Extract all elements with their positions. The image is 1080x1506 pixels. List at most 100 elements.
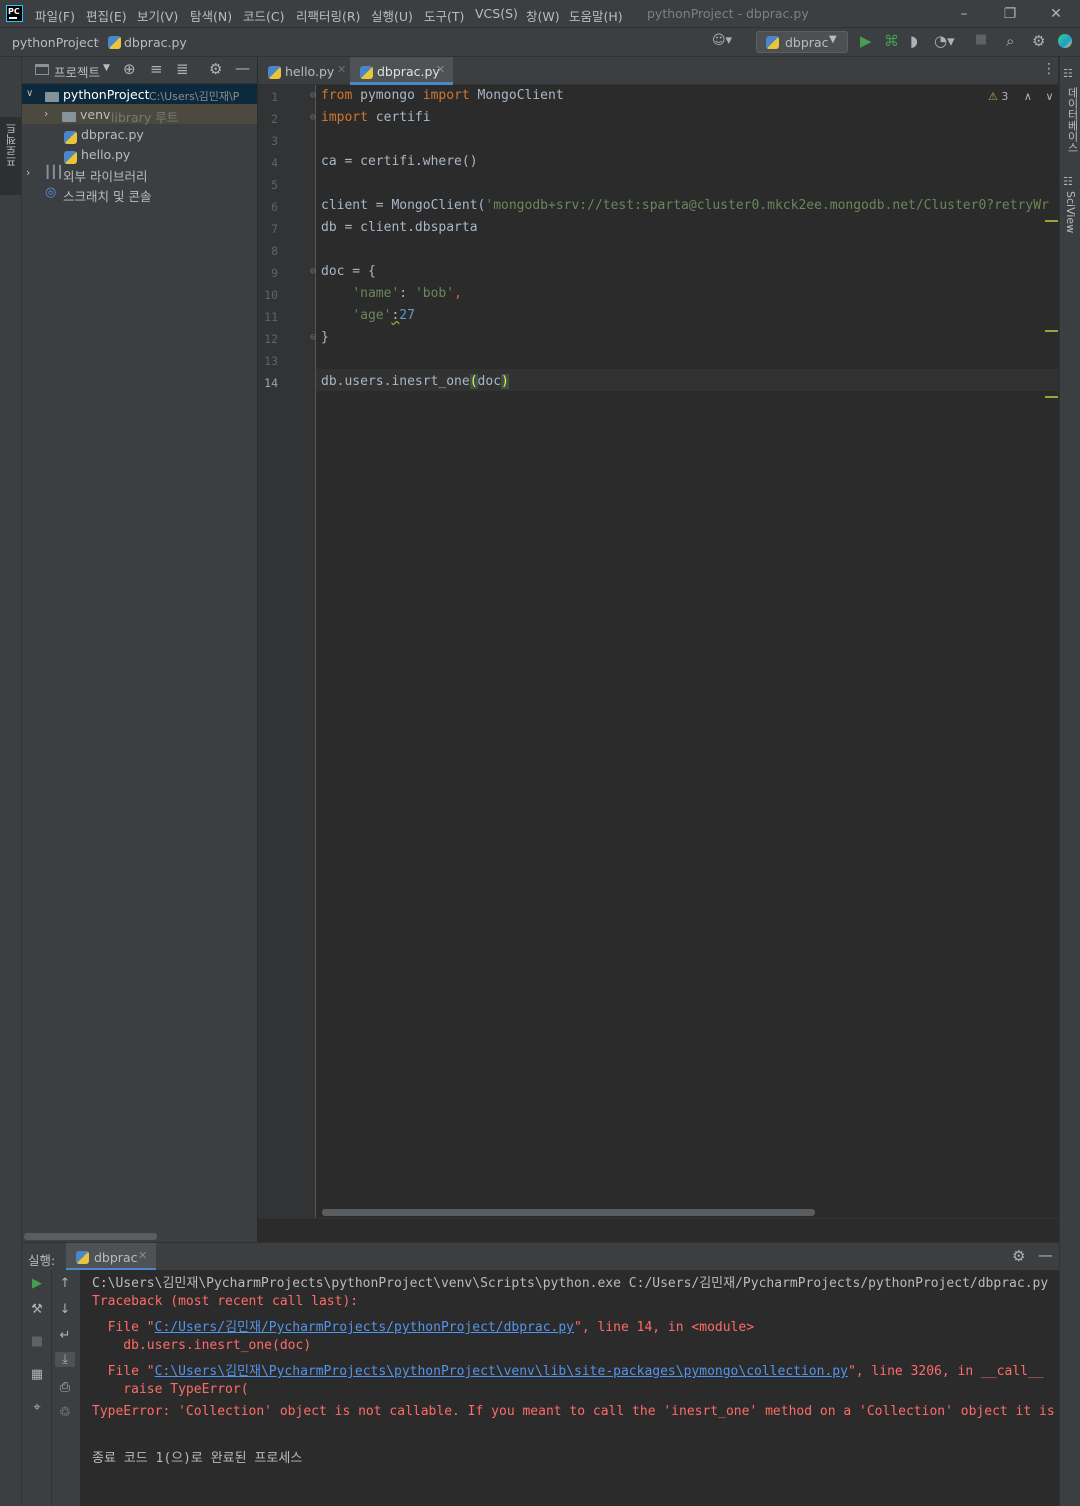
hide-panel-icon[interactable]: — — [235, 59, 250, 77]
sciview-tab-label: SciView — [1064, 191, 1077, 234]
error-stripe-marker[interactable] — [1045, 330, 1058, 332]
minimize-icon[interactable]: – — [953, 3, 975, 25]
code-editor[interactable]: from pymongo import MongoClient import c… — [316, 85, 1058, 1218]
chevron-down-icon[interactable]: ∨ — [26, 88, 33, 99]
project-view-selector[interactable]: 프로젝트 — [54, 62, 100, 81]
pin-tab-icon[interactable]: ⌖ — [27, 1400, 47, 1415]
tree-item-venv[interactable]: › venv library 루트 — [22, 104, 257, 125]
chevron-right-icon[interactable]: › — [26, 166, 30, 179]
debug-icon[interactable]: ⌘ — [884, 32, 899, 50]
horizontal-scrollbar[interactable] — [322, 1209, 815, 1216]
hide-panel-icon[interactable]: — — [1038, 1246, 1053, 1264]
keyword: import — [422, 88, 470, 103]
run-icon[interactable]: ▶ — [860, 32, 872, 50]
editor-tab-bar: hello.py ✕ dbprac.py ✕ ⋮ — [258, 57, 1058, 85]
tab-dbprac-py[interactable]: dbprac.py ✕ — [350, 57, 453, 85]
breadcrumb-project[interactable]: pythonProject — [12, 35, 99, 50]
menu-help[interactable]: 도움말(H) — [569, 6, 623, 25]
menu-refactor[interactable]: 리팩터링(R) — [296, 6, 360, 25]
print-icon[interactable]: ⎙ — [55, 1380, 75, 1395]
tree-item-path: C:\Users\김민재\P — [149, 90, 240, 103]
more-tabs-icon[interactable]: ⋮ — [1042, 61, 1056, 77]
string-literal: 'name' — [352, 286, 400, 301]
menu-window[interactable]: 창(W) — [526, 6, 560, 25]
close-window-icon[interactable]: ✕ — [1045, 3, 1067, 25]
next-highlight-icon[interactable]: ∨ — [1045, 90, 1053, 103]
trash-icon[interactable]: ♲ — [55, 1405, 75, 1420]
tree-item-pythonproject[interactable]: ∨ pythonProject C:\Users\김민재\P — [22, 84, 257, 104]
line-number: 3 — [271, 134, 278, 148]
run-console-output[interactable]: C:\Users\김민재\PycharmProjects\pythonProje… — [80, 1270, 1059, 1506]
breadcrumb-file[interactable]: dbprac.py — [124, 35, 187, 50]
run-tab-dbprac[interactable]: dbprac ✕ — [66, 1243, 156, 1271]
line-number: 5 — [271, 178, 278, 192]
line-number-gutter: 1 2 3 4 5 6 7 8 9 10 11 12 13 14 ⊖ ⊖ ⊖ ⊖ — [258, 85, 316, 1218]
run-config-dropdown[interactable]: dbprac ▼ — [756, 31, 848, 53]
line-number: 8 — [271, 244, 278, 258]
menu-navigate[interactable]: 탐색(N) — [190, 6, 232, 25]
menu-view[interactable]: 보기(V) — [137, 6, 178, 25]
close-tab-icon[interactable]: ✕ — [436, 63, 445, 76]
line-number: 2 — [271, 112, 278, 126]
tree-item-external-libraries[interactable]: › ┃┃┃ 외부 라이브러리 — [22, 163, 257, 184]
code-line-11: 'age':27 — [321, 308, 415, 323]
tab-hello-py[interactable]: hello.py ✕ — [262, 57, 350, 85]
menu-code[interactable]: 코드(C) — [243, 6, 284, 25]
close-tab-icon[interactable]: ✕ — [138, 1249, 147, 1262]
restore-icon[interactable]: ❐ — [999, 3, 1021, 25]
chevron-right-icon[interactable]: › — [44, 107, 48, 120]
tree-item-label: 스크래치 및 콘솔 — [63, 189, 152, 204]
menu-run[interactable]: 실행(U) — [371, 6, 413, 25]
tree-item-hello[interactable]: hello.py — [22, 144, 257, 164]
project-tool-tab[interactable]: 프로젝트 — [0, 117, 21, 195]
close-tab-icon[interactable]: ✕ — [337, 63, 346, 76]
menu-vcs[interactable]: VCS(S) — [475, 6, 518, 21]
inspection-widget[interactable]: ⚠ 3 ∧ ∨ — [988, 90, 1054, 103]
error-stripe-marker[interactable] — [1045, 396, 1058, 398]
collapse-all-icon[interactable]: ≣ — [176, 60, 189, 78]
expand-all-icon[interactable]: ≡ — [150, 60, 163, 78]
scroll-down-icon[interactable]: ↓ — [55, 1302, 75, 1317]
project-panel-toolbar: 프로젝트 ▼ ⊕ ≡ ≣ ⚙ — — [22, 57, 257, 84]
stop-icon[interactable]: ■ — [27, 1334, 47, 1349]
console-file-link[interactable]: C:\Users\김민재\PycharmProjects\pythonProje… — [155, 1364, 848, 1379]
edit-config-wrench-icon[interactable]: ⚒ — [27, 1302, 47, 1317]
python-file-icon — [268, 65, 281, 80]
tree-item-dbprac[interactable]: dbprac.py — [22, 124, 257, 144]
menu-tools[interactable]: 도구(T) — [424, 6, 464, 25]
previous-highlight-icon[interactable]: ∧ — [1024, 90, 1032, 103]
profile-icon[interactable]: ◔▾ — [934, 32, 955, 50]
module-name: certifi — [367, 110, 431, 125]
stop-icon[interactable]: ■ — [975, 32, 987, 47]
console-file-link[interactable]: C:/Users/김민재/PycharmProjects/pythonProje… — [155, 1320, 574, 1335]
soft-wrap-icon[interactable]: ↵ — [55, 1328, 75, 1343]
horizontal-scrollbar[interactable] — [24, 1233, 157, 1240]
scroll-up-icon[interactable]: ↑ — [55, 1276, 75, 1291]
user-add-icon[interactable]: ☺▾ — [712, 33, 732, 48]
coverage-icon[interactable]: ◗ — [910, 32, 918, 50]
sciview-tool-tab[interactable]: ☷ SciView — [1063, 175, 1079, 235]
database-tool-tab[interactable]: ☷ 데이터베이스 — [1063, 67, 1079, 167]
layout-icon[interactable]: ▦ — [27, 1367, 47, 1382]
window-title: pythonProject - dbprac.py — [647, 6, 809, 21]
line-number: 12 — [264, 332, 278, 346]
console-code-line-2: raise TypeError( — [92, 1382, 249, 1397]
tree-item-scratches[interactable]: ◎ 스크래치 및 콘솔 — [22, 183, 257, 204]
menu-edit[interactable]: 편집(E) — [86, 6, 127, 25]
scroll-to-end-icon[interactable]: ⤓ — [55, 1352, 75, 1367]
code-line-6: client = MongoClient('mongodb+srv://test… — [321, 198, 1049, 213]
console-text: File " — [92, 1320, 155, 1335]
error-stripe-marker[interactable] — [1045, 220, 1058, 222]
settings-gear-icon[interactable]: ⚙ — [1032, 32, 1045, 50]
jetbrains-plugin-icon[interactable] — [1058, 34, 1072, 48]
run-settings-gear-icon[interactable]: ⚙ — [1012, 1247, 1025, 1265]
chevron-down-icon[interactable]: ▼ — [103, 63, 110, 73]
tree-item-label: hello.py — [81, 147, 131, 162]
code-line-14: db.users.inesrt_one(doc) — [321, 374, 509, 389]
search-icon[interactable]: ⌕ — [1006, 32, 1014, 50]
menu-file[interactable]: 파일(F) — [35, 6, 75, 25]
panel-settings-gear-icon[interactable]: ⚙ — [209, 60, 222, 78]
rerun-icon[interactable]: ▶ — [27, 1276, 47, 1291]
locate-file-icon[interactable]: ⊕ — [123, 60, 136, 78]
line-number: 9 — [271, 266, 278, 280]
